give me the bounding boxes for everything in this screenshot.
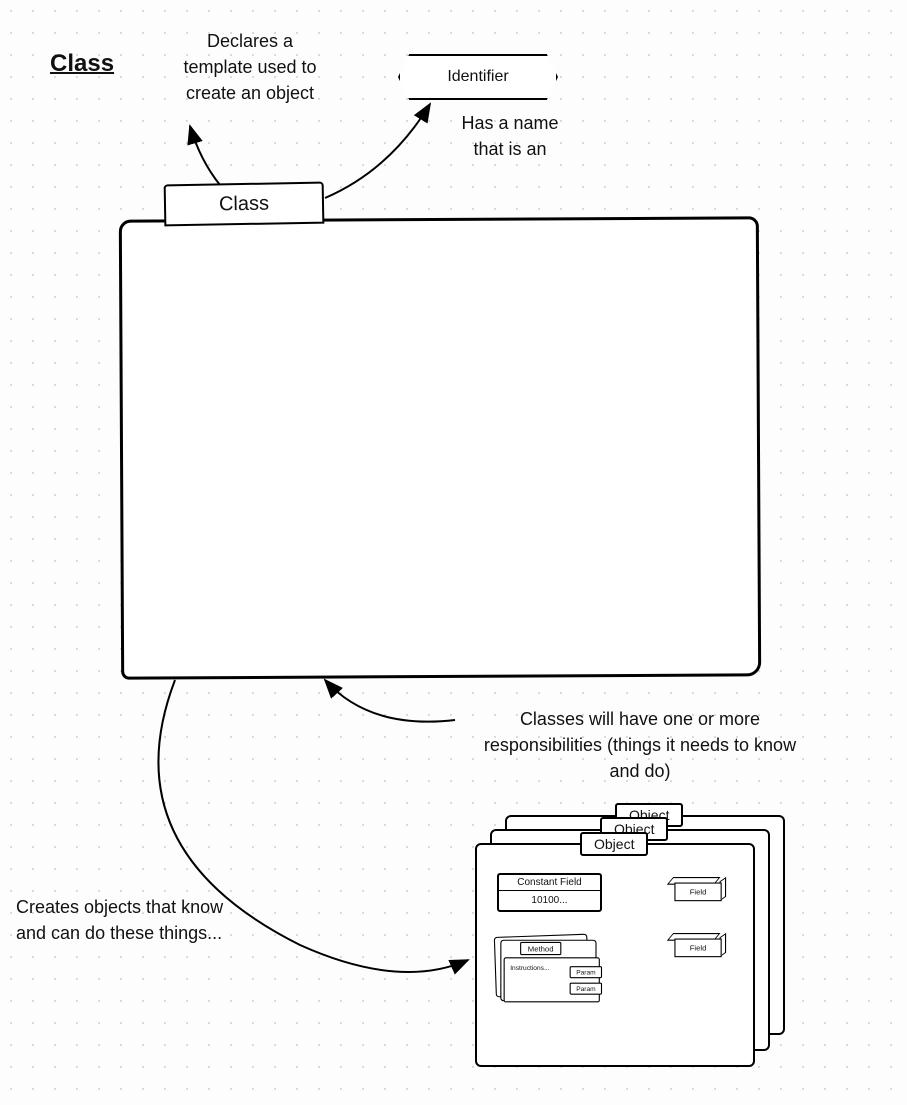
object-method-instructions: Instructions... (510, 964, 549, 972)
annotation-responsibilities: Classes will have one or moreresponsibil… (420, 706, 860, 784)
object-method: Method Instructions... Param Param (497, 943, 618, 1015)
object-constant-field: Constant Field 10100... (497, 873, 602, 912)
identifier-label: Identifier (447, 68, 508, 86)
annotation-declares: Declares atemplate used tocreate an obje… (150, 28, 350, 106)
object-method-param-1: Param (570, 966, 603, 978)
object-field-2: Field (670, 933, 728, 959)
arrow-class-to-identifier (325, 104, 430, 198)
class-container (119, 216, 761, 679)
object-constant-field-label: Constant Field (499, 875, 600, 891)
annotation-creates-objects: Creates objects that knowand can do thes… (16, 894, 326, 946)
class-tab-label: Class (219, 192, 269, 216)
object-field-1: Field (670, 877, 728, 903)
page-title: Class (50, 50, 114, 78)
identifier-shape: Identifier (398, 54, 558, 100)
arrow-class-to-declares (190, 126, 220, 185)
object-field-label-1: Field (674, 883, 721, 902)
annotation-has-name: Has a namethat is an (420, 110, 600, 162)
class-tab: Class (164, 182, 325, 227)
object-constant-field-value: 10100... (499, 891, 600, 910)
object-method-tab: Method (520, 942, 561, 955)
object-stack: Object Object Object Constant Field 1010… (475, 815, 795, 1075)
object-method-param-2: Param (570, 983, 603, 995)
object-method-body: Instructions... (504, 957, 600, 1002)
object-field-label-2: Field (674, 939, 721, 958)
object-tab-1: Object (580, 832, 648, 856)
